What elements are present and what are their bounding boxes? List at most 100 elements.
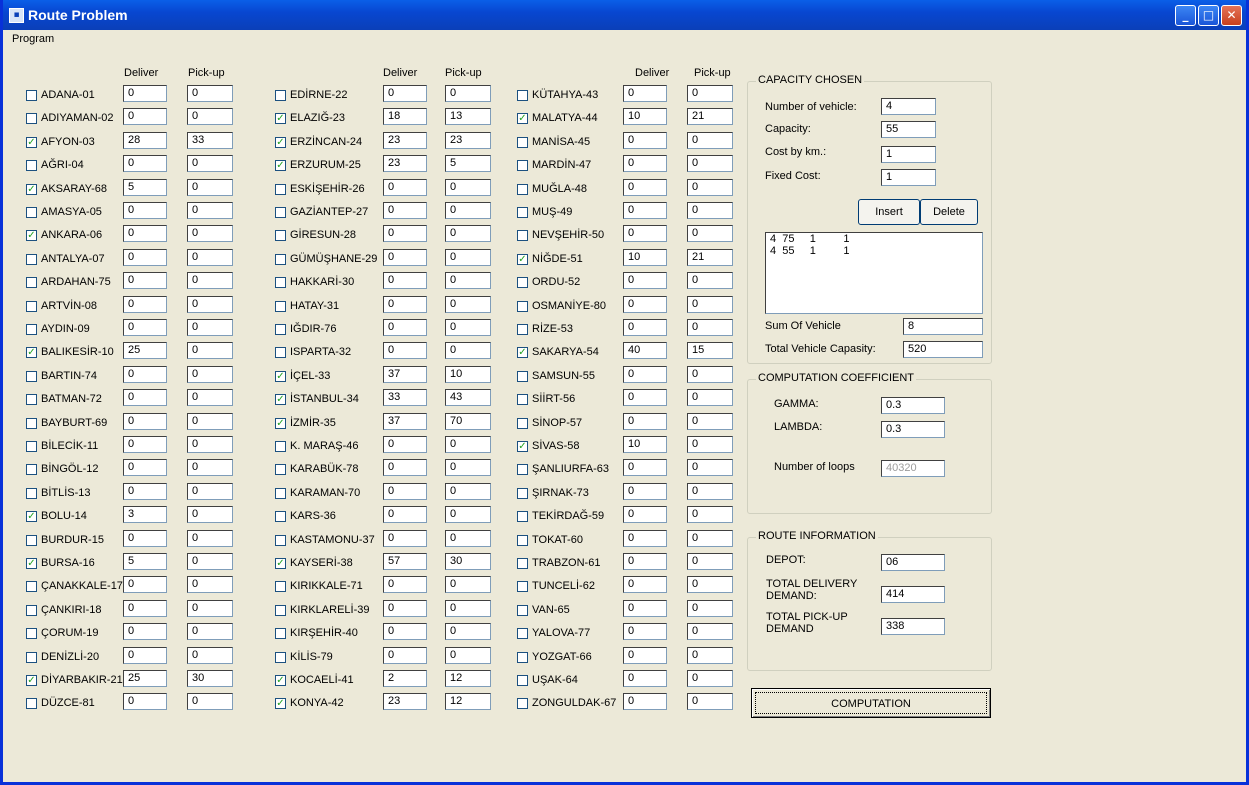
pickup-input[interactable]: 0 [445,623,491,640]
deliver-input[interactable]: 0 [623,389,667,406]
deliver-input[interactable]: 0 [623,623,667,640]
city-label[interactable]: İSTANBUL-34 [290,393,359,405]
pickup-input[interactable]: 0 [187,249,233,266]
deliver-input[interactable]: 37 [383,413,427,430]
pickup-input[interactable]: 0 [445,202,491,219]
pickup-input[interactable]: 0 [445,296,491,313]
city-checkbox[interactable] [517,301,528,312]
city-checkbox[interactable] [275,488,286,499]
city-label[interactable]: ANTALYA-07 [41,253,105,265]
city-label[interactable]: SİNOP-57 [532,417,582,429]
pickup-input[interactable]: 0 [687,179,733,196]
pickup-input[interactable]: 0 [687,202,733,219]
deliver-input[interactable]: 0 [623,647,667,664]
city-checkbox[interactable] [275,184,286,195]
pickup-input[interactable]: 0 [687,85,733,102]
city-checkbox[interactable] [517,558,528,569]
pickup-input[interactable]: 0 [687,459,733,476]
deliver-input[interactable]: 10 [623,436,667,453]
deliver-input[interactable]: 0 [383,202,427,219]
city-label[interactable]: MUĞLA-48 [532,183,587,195]
deliver-input[interactable]: 0 [123,459,167,476]
city-label[interactable]: KÜTAHYA-43 [532,89,598,101]
city-label[interactable]: AYDIN-09 [41,323,90,335]
city-checkbox[interactable] [275,207,286,218]
city-checkbox[interactable] [275,441,286,452]
pickup-input[interactable]: 70 [445,413,491,430]
city-label[interactable]: SAMSUN-55 [532,370,595,382]
city-checkbox[interactable] [517,160,528,171]
city-label[interactable]: EDİRNE-22 [290,89,347,101]
city-label[interactable]: GİRESUN-28 [290,229,356,241]
city-checkbox[interactable]: ✓ [275,137,286,148]
deliver-input[interactable]: 0 [123,202,167,219]
city-checkbox[interactable] [517,581,528,592]
city-checkbox[interactable] [26,581,37,592]
deliver-input[interactable]: 0 [123,366,167,383]
pickup-input[interactable]: 0 [445,85,491,102]
city-checkbox[interactable] [517,394,528,405]
gamma-input[interactable]: 0.3 [881,397,945,414]
city-checkbox[interactable]: ✓ [26,511,37,522]
city-checkbox[interactable] [275,628,286,639]
insert-button[interactable]: Insert [858,199,920,225]
deliver-input[interactable]: 10 [623,108,667,125]
deliver-input[interactable]: 0 [123,600,167,617]
pickup-input[interactable]: 0 [187,179,233,196]
deliver-input[interactable]: 0 [123,483,167,500]
city-label[interactable]: ARTVİN-08 [41,300,97,312]
city-checkbox[interactable] [517,628,528,639]
city-label[interactable]: KOCAELİ-41 [290,674,354,686]
deliver-input[interactable]: 25 [123,670,167,687]
pickup-input[interactable]: 5 [445,155,491,172]
deliver-input[interactable]: 0 [123,623,167,640]
pickup-input[interactable]: 0 [187,225,233,242]
city-label[interactable]: KIRIKKALE-71 [290,580,363,592]
city-label[interactable]: GÜMÜŞHANE-29 [290,253,377,265]
city-checkbox[interactable] [26,441,37,452]
city-checkbox[interactable] [26,535,37,546]
city-checkbox[interactable] [26,160,37,171]
pickup-input[interactable]: 0 [687,483,733,500]
city-label[interactable]: AĞRI-04 [41,159,84,171]
pickup-input[interactable]: 0 [187,413,233,430]
deliver-input[interactable]: 0 [123,413,167,430]
deliver-input[interactable]: 0 [623,483,667,500]
deliver-input[interactable]: 0 [623,202,667,219]
city-checkbox[interactable] [275,347,286,358]
city-checkbox[interactable]: ✓ [275,160,286,171]
city-checkbox[interactable]: ✓ [275,371,286,382]
pickup-input[interactable]: 0 [445,506,491,523]
city-checkbox[interactable] [275,254,286,265]
city-label[interactable]: RİZE-53 [532,323,573,335]
deliver-input[interactable]: 0 [623,670,667,687]
deliver-input[interactable]: 25 [123,342,167,359]
city-checkbox[interactable]: ✓ [275,675,286,686]
pickup-input[interactable]: 0 [687,319,733,336]
city-label[interactable]: VAN-65 [532,604,570,616]
pickup-input[interactable]: 0 [187,366,233,383]
deliver-input[interactable]: 0 [123,296,167,313]
pickup-input[interactable]: 0 [445,576,491,593]
pickup-input[interactable]: 0 [445,530,491,547]
deliver-input[interactable]: 0 [623,366,667,383]
city-checkbox[interactable] [517,488,528,499]
city-checkbox[interactable] [517,464,528,475]
city-checkbox[interactable] [517,605,528,616]
pickup-input[interactable]: 0 [187,459,233,476]
city-checkbox[interactable] [275,535,286,546]
deliver-input[interactable]: 18 [383,108,427,125]
city-checkbox[interactable] [26,90,37,101]
city-checkbox[interactable] [275,301,286,312]
city-checkbox[interactable]: ✓ [275,698,286,709]
deliver-input[interactable]: 2 [383,670,427,687]
pickup-input[interactable]: 0 [187,389,233,406]
deliver-input[interactable]: 0 [123,155,167,172]
deliver-input[interactable]: 0 [623,85,667,102]
city-label[interactable]: GAZİANTEP-27 [290,206,368,218]
city-label[interactable]: BURSA-16 [41,557,95,569]
list-item[interactable]: 4 75 1 1 [766,233,982,245]
pickup-input[interactable]: 0 [187,576,233,593]
city-label[interactable]: KONYA-42 [290,697,344,709]
pickup-input[interactable]: 0 [687,647,733,664]
